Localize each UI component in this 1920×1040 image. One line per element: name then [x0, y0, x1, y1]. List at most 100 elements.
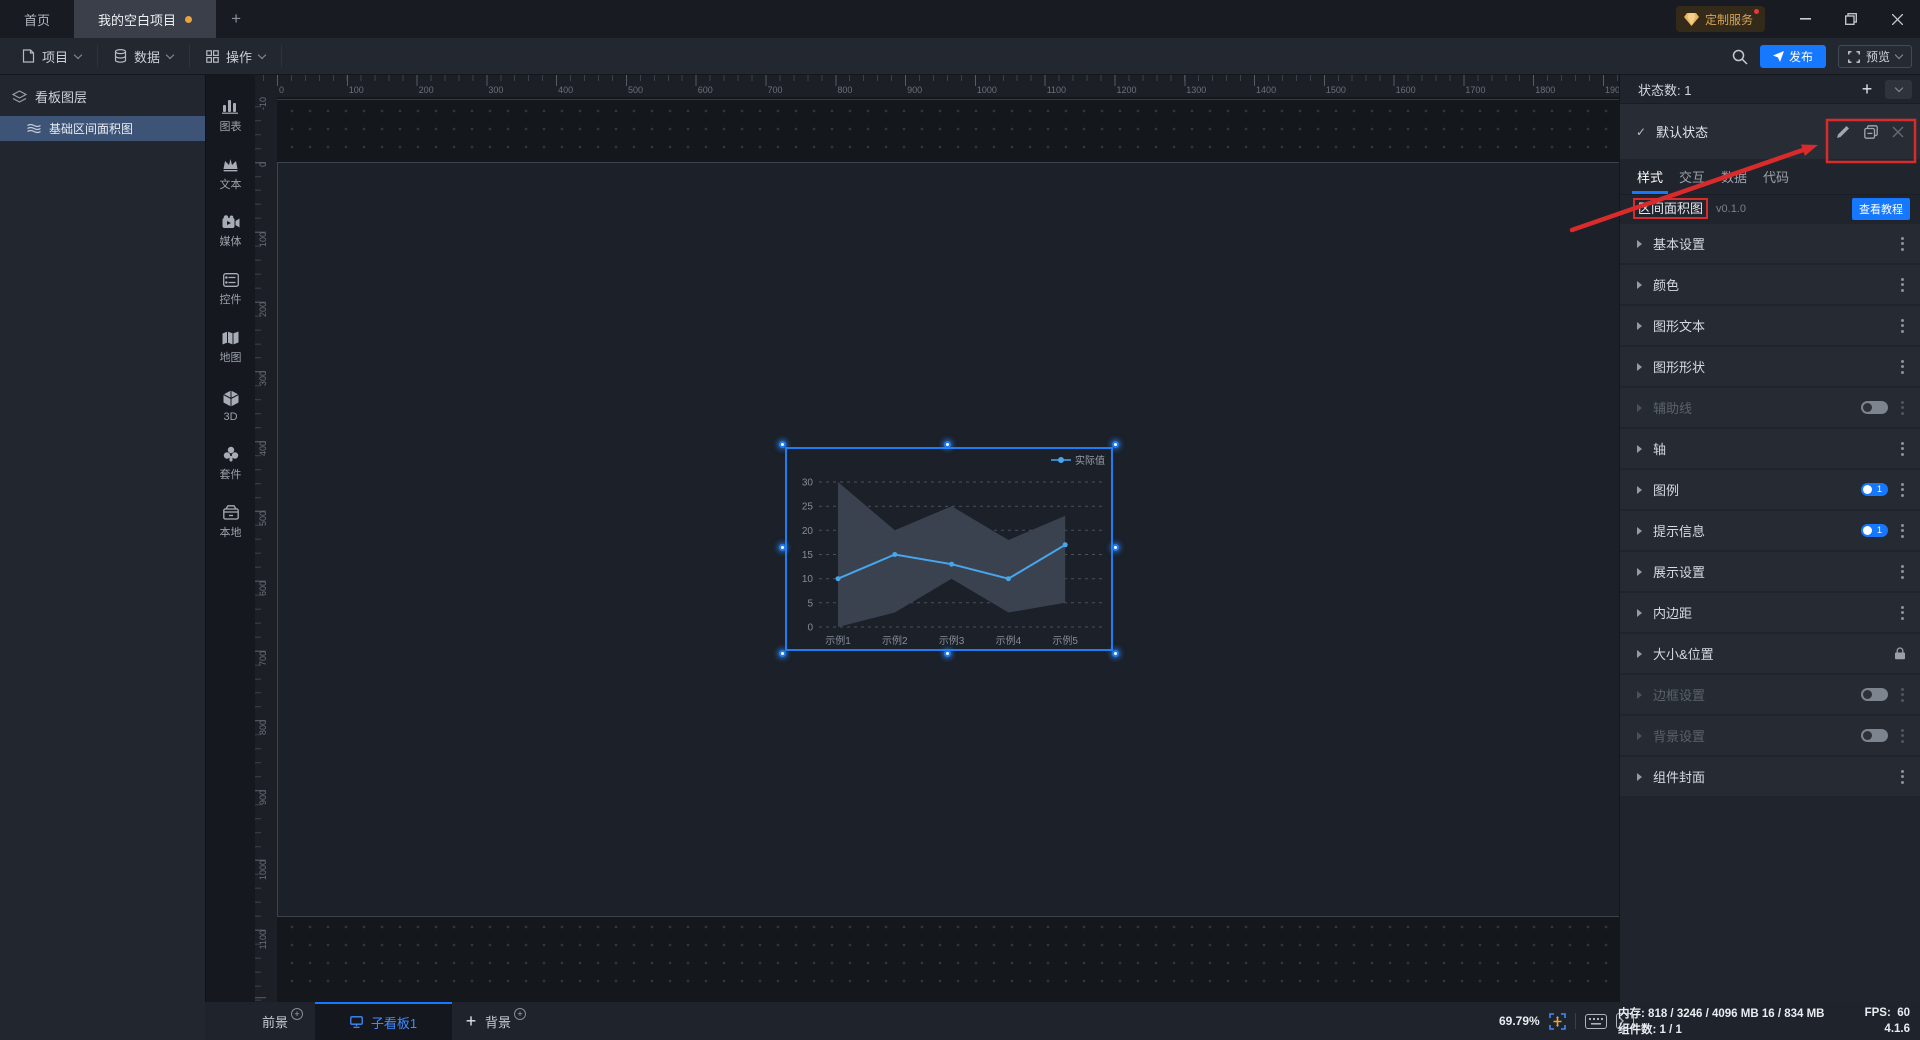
inspector-section-row[interactable]: 颜色 [1620, 265, 1920, 304]
selected-chart-widget[interactable]: 0 5 10 15 20 25 30 示例1 示例2 示例3 示例4 示例5 实际值 [779, 441, 1119, 657]
background-switch[interactable]: 背景 + [485, 1002, 527, 1040]
tool-media[interactable]: 媒体 [206, 203, 255, 261]
section-toggle[interactable]: 1 [1861, 524, 1888, 537]
subboard-tab[interactable]: 子看板1 [315, 1002, 452, 1040]
inspector-section-row[interactable]: 图形文本 [1620, 306, 1920, 345]
preview-button[interactable]: 预览 [1837, 45, 1912, 68]
kebab-menu-icon[interactable] [1899, 563, 1906, 581]
menu-operations[interactable]: 操作 [190, 45, 283, 67]
kebab-menu-icon[interactable] [1899, 481, 1906, 499]
ruler-label: 1800 [1535, 85, 1556, 95]
inspector-section-row[interactable]: 组件封面 [1620, 757, 1920, 796]
tutorial-button[interactable]: 查看教程 [1852, 197, 1910, 220]
inspector-section-row[interactable]: 辅助线 [1620, 388, 1920, 427]
divider [1574, 1013, 1576, 1029]
tool-map[interactable]: 地图 [206, 319, 255, 377]
inspector-section-row[interactable]: 提示信息 1 [1620, 511, 1920, 550]
resize-handle-top-right[interactable] [1112, 441, 1119, 448]
resize-handle-top-left[interactable] [779, 441, 786, 448]
state-dropdown-button[interactable] [1885, 79, 1912, 99]
kebab-menu-icon[interactable] [1899, 768, 1906, 786]
ruler-vertical: -100 0 100 200 300 400 500 600 700 800 900 1000 1100 [255, 92, 277, 1002]
box-icon [222, 504, 239, 520]
layer-item-area-chart[interactable]: 基础区间面积图 [0, 116, 205, 141]
tool-charts[interactable]: 图表 [206, 87, 255, 145]
section-label: 颜色 [1653, 278, 1680, 293]
inspector-section-row[interactable]: 展示设置 [1620, 552, 1920, 591]
tool-label: 套件 [219, 469, 242, 481]
publish-label: 发布 [1788, 50, 1813, 64]
section-toggle[interactable] [1861, 401, 1888, 414]
tab-my-project[interactable]: 我的空白项目 [74, 0, 217, 38]
inspector-section-row[interactable]: 内边距 [1620, 593, 1920, 632]
fit-to-screen-icon[interactable] [1548, 1012, 1566, 1030]
minimize-button[interactable] [1782, 0, 1828, 38]
resize-handle-bottom-middle[interactable] [944, 650, 951, 657]
tab-home[interactable]: 首页 [0, 0, 74, 38]
kebab-menu-icon[interactable] [1899, 399, 1906, 417]
tool-text[interactable]: 文本 [206, 145, 255, 203]
resize-handle-middle-left[interactable] [779, 544, 786, 551]
foreground-switch[interactable]: 前景 + [262, 1002, 304, 1040]
publish-button[interactable]: 发布 [1759, 45, 1826, 68]
inspector-section-row[interactable]: 基本设置 [1620, 224, 1920, 263]
ruler-label: 1100 [1046, 85, 1067, 95]
section-toggle[interactable] [1861, 729, 1888, 742]
keyboard-shortcuts-icon[interactable] [1584, 1013, 1607, 1029]
search-icon[interactable] [1732, 49, 1748, 65]
resize-handle-middle-right[interactable] [1112, 544, 1119, 551]
caret-right-icon [1637, 649, 1642, 658]
tool-controls[interactable]: 控件 [206, 261, 255, 319]
state-count-label: 状态数: 1 [1638, 82, 1692, 98]
kebab-menu-icon[interactable] [1899, 276, 1906, 294]
inspector-section-row[interactable]: 图形形状 [1620, 347, 1920, 386]
section-label: 组件封面 [1653, 770, 1706, 785]
add-circle-icon[interactable]: + [291, 1008, 304, 1020]
zoom-level[interactable]: 69.79% [1499, 1014, 1540, 1028]
tool-local[interactable]: 本地 [206, 493, 255, 551]
ruler-label: 400 [258, 441, 268, 457]
menu-data[interactable]: 数据 [98, 45, 191, 67]
resize-handle-bottom-left[interactable] [779, 650, 786, 657]
delete-state-icon[interactable] [1892, 126, 1904, 138]
kebab-menu-icon[interactable] [1899, 686, 1906, 704]
kebab-menu-icon[interactable] [1899, 235, 1906, 253]
kebab-menu-icon[interactable] [1899, 440, 1906, 458]
restore-button[interactable] [1828, 0, 1874, 38]
kebab-menu-icon[interactable] [1899, 604, 1906, 622]
section-toggle[interactable]: 1 [1861, 483, 1888, 496]
kebab-menu-icon[interactable] [1899, 727, 1906, 745]
tool-kits[interactable]: 套件 [206, 435, 255, 493]
copy-icon[interactable] [1864, 124, 1878, 139]
custom-service-badge[interactable]: 定制服务 [1675, 6, 1765, 32]
ruler-label: 400 [558, 85, 574, 95]
tab-data[interactable]: 数据 [1721, 159, 1747, 194]
ruler-label: 1400 [1256, 85, 1277, 95]
kebab-menu-icon[interactable] [1899, 522, 1906, 540]
tab-interaction[interactable]: 交互 [1679, 159, 1705, 194]
section-toggle[interactable] [1861, 688, 1888, 701]
design-canvas[interactable]: -100 0 100 200 300 400 500 600 700 800 900 1000 1100… [255, 75, 1619, 1002]
inspector-section-row[interactable]: 图例 1 [1620, 470, 1920, 509]
add-circle-icon[interactable]: + [514, 1008, 527, 1020]
resize-handle-bottom-right[interactable] [1112, 650, 1119, 657]
tab-code[interactable]: 代码 [1763, 159, 1789, 194]
menu-project[interactable]: 项目 [6, 45, 99, 67]
default-state-row[interactable]: ✓ 默认状态 [1620, 103, 1920, 159]
inspector-section-row[interactable]: 背景设置 [1620, 716, 1920, 755]
add-state-button[interactable]: + [1854, 79, 1880, 100]
kebab-menu-icon[interactable] [1899, 358, 1906, 376]
kebab-menu-icon[interactable] [1899, 317, 1906, 335]
inspector-section-row[interactable]: 轴 [1620, 429, 1920, 468]
tab-style[interactable]: 样式 [1631, 159, 1669, 194]
section-label: 背景设置 [1653, 729, 1706, 744]
close-button[interactable] [1874, 0, 1920, 38]
resize-handle-top-middle[interactable] [944, 441, 951, 448]
inspector-section-row[interactable]: 大小&位置 [1620, 634, 1920, 673]
inspector-section-row[interactable]: 边框设置 [1620, 675, 1920, 714]
tool-3d[interactable]: 3D [206, 377, 255, 435]
tab-home-label: 首页 [24, 12, 51, 28]
chevron-down-icon [1894, 50, 1904, 60]
edit-pencil-icon[interactable] [1836, 125, 1850, 139]
new-tab-button[interactable]: + [216, 0, 256, 38]
